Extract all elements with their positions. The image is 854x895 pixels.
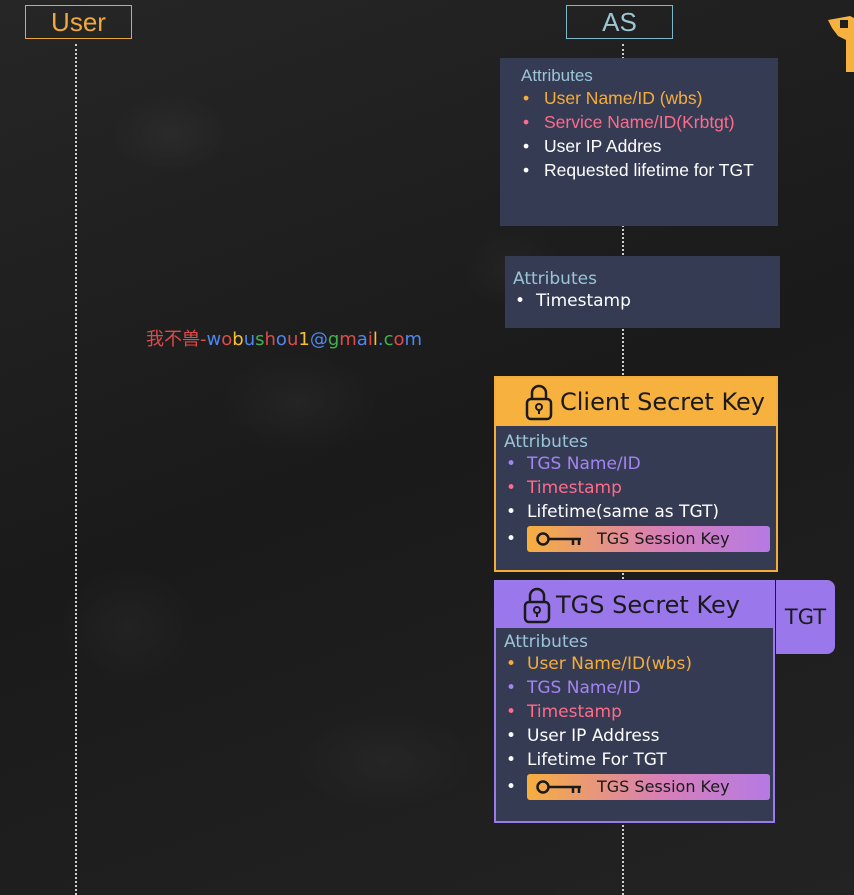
attributes-title: Attributes [504,632,588,652]
tgt-tab-label: TGT [784,605,827,629]
attribute-item: User IP Address [504,724,766,748]
attribute-item: TGS Name/ID [504,452,766,476]
attributes-list: Timestamp [513,289,772,313]
tgs-session-key-pill: TGS Session Key [527,774,770,800]
attribute-item: User Name/ID(wbs) [504,652,766,676]
watermark-prefix: 我不兽- [146,329,207,350]
key-icon [536,780,581,794]
attributes-list: User Name/ID (wbs)Service Name/ID(Krbtgt… [521,86,766,182]
tgs-secret-key-header: TGS Secret Key [496,582,773,628]
client-secret-key-box: Client Secret Key Attributes TGS Name/ID… [494,376,778,572]
attributes-title: Attributes [504,432,588,452]
client-secret-key-attributes: Attributes TGS Name/IDTimestampLifetime(… [504,432,770,554]
attribute-item: Timestamp [504,700,766,724]
session-key-item: TGS Session Key [504,524,770,554]
attributes-list: TGS Name/IDTimestampLifetime(same as TGT… [504,452,766,524]
tgs-secret-key-box: TGS Secret Key Attributes User Name/ID(w… [494,580,775,823]
tgt-tab: TGT [776,580,835,654]
client-secret-key-title: Client Secret Key [560,388,765,416]
session-key-label: TGS Session Key [597,777,730,796]
user-actor-label: User [51,6,106,37]
attribute-item: Lifetime(same as TGT) [504,500,766,524]
as-request-attributes-panel: Attributes User Name/ID (wbs)Service Nam… [500,58,778,226]
decorative-figure-icon [828,16,854,72]
as-actor-label: AS [602,6,637,37]
key-icon [536,532,581,546]
as-actor-header: AS [566,5,673,39]
attribute-item: TGS Name/ID [504,676,766,700]
tgs-secret-key-attributes: Attributes User Name/ID(wbs)TGS Name/IDT… [504,632,770,802]
user-lifeline [75,44,77,895]
attribute-item: Requested lifetime for TGT [521,158,766,182]
tgs-secret-key-title: TGS Secret Key [556,591,740,619]
attribute-item: Lifetime For TGT [504,748,766,772]
attribute-item: Service Name/ID(Krbtgt) [521,110,766,134]
watermark: 我不兽-wobushou1@gmail.com [146,325,422,351]
watermark-email: wobushou1@gmail.com [206,329,423,350]
attributes-title: Attributes [513,269,597,289]
attributes-title: Attributes [521,66,593,85]
attributes-list: User Name/ID(wbs)TGS Name/IDTimestampUse… [504,652,766,772]
timestamp-attributes-panel: Attributes Timestamp [505,256,780,328]
tgs-session-key-pill: TGS Session Key [527,526,770,552]
user-actor-header: User [25,5,132,39]
padlock-icon [525,384,553,421]
padlock-icon [523,587,551,624]
attribute-item: User IP Addres [521,134,766,158]
attribute-item: Timestamp [504,476,766,500]
session-key-item: TGS Session Key [504,772,770,802]
client-secret-key-header: Client Secret Key [496,378,776,426]
attribute-item: User Name/ID (wbs) [521,86,766,110]
attribute-timestamp: Timestamp [513,289,772,313]
session-key-label: TGS Session Key [597,529,730,548]
